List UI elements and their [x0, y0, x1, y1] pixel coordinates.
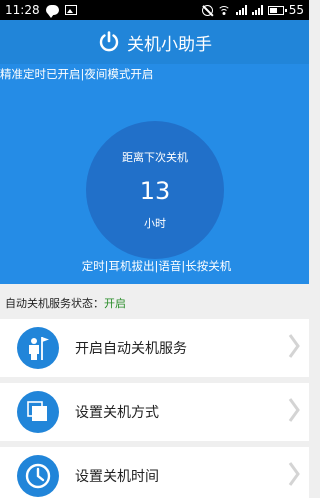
battery-icon [267, 5, 287, 15]
app-title: 关机小助手 [127, 34, 212, 55]
menu-item-enable-service[interactable]: 开启自动关机服务 [0, 319, 309, 377]
menu-label: 设置关机时间 [75, 469, 159, 485]
service-status-value: 开启 [104, 297, 126, 310]
status-bar: 11:28 55 [0, 0, 309, 20]
signal-icon [235, 5, 247, 15]
service-status: 自动关机服务状态：开启 [5, 295, 126, 311]
menu-label: 开启自动关机服务 [75, 341, 187, 357]
chat-bubble-icon [45, 5, 59, 18]
countdown-circle[interactable]: 距离下次关机 13 小时 [86, 121, 224, 259]
wifi-icon [217, 5, 231, 15]
chevron-right-icon [288, 461, 300, 491]
clock-icon [17, 455, 59, 497]
power-icon[interactable] [97, 30, 121, 54]
clock-text: 11:28 [5, 3, 40, 17]
chevron-right-icon [288, 333, 300, 363]
signal-icon [251, 5, 263, 15]
shutdown-methods-text: 定时|耳机拔出|语音|长按关机 [81, 259, 232, 273]
menu-label: 设置关机方式 [75, 405, 159, 421]
menu-item-shutdown-time[interactable]: 设置关机时间 [0, 447, 309, 498]
status-left: 11:28 [5, 3, 77, 18]
countdown-unit: 小时 [144, 217, 166, 230]
flag-person-icon [17, 327, 59, 369]
countdown-panel: 精准定时已开启|夜间模式开启 距离下次关机 13 小时 定时|耳机拔出|语音|长… [0, 64, 309, 284]
battery-percent: 55 [288, 3, 304, 17]
mute-icon [201, 4, 213, 16]
app-bar: 关机小助手 [0, 20, 309, 64]
image-icon [64, 5, 77, 15]
mode-status-text: 精准定时已开启|夜间模式开启 [0, 67, 154, 81]
menu-item-shutdown-mode[interactable]: 设置关机方式 [0, 383, 309, 441]
status-right: 55 [201, 3, 304, 17]
service-status-label: 自动关机服务状态： [5, 297, 104, 310]
layers-icon [17, 391, 59, 433]
chevron-right-icon [288, 397, 300, 427]
countdown-label: 距离下次关机 [122, 151, 188, 164]
countdown-value: 13 [139, 177, 171, 205]
